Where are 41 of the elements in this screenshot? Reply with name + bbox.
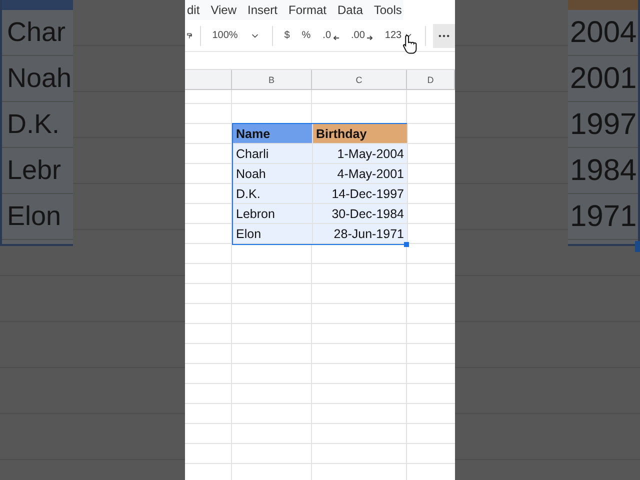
zoomed-year-text: 2001 bbox=[570, 62, 637, 96]
zoomed-name-text: Lebr bbox=[7, 155, 62, 186]
zoomed-header-strip bbox=[568, 0, 638, 10]
currency-button[interactable]: $ bbox=[280, 24, 294, 48]
hand-cursor-icon bbox=[403, 34, 417, 54]
zoomed-name-text: Char bbox=[7, 17, 66, 48]
table-cell: 4-May-2001 bbox=[313, 164, 408, 184]
table-cell: Elon bbox=[233, 224, 313, 244]
table-cell: Noah bbox=[233, 164, 313, 184]
table-cell: 1-May-2004 bbox=[313, 144, 408, 164]
fill-handle[interactable] bbox=[404, 242, 409, 247]
column-header[interactable]: C bbox=[312, 70, 407, 90]
menu-item[interactable]: Format bbox=[288, 3, 327, 17]
zoomed-header-strip bbox=[2, 0, 73, 10]
zoom-dropdown[interactable]: 100% bbox=[208, 24, 264, 48]
menu-item[interactable]: dit bbox=[187, 3, 200, 17]
zoomed-name-text: Elon bbox=[7, 201, 62, 232]
menu-item[interactable]: Tools bbox=[374, 3, 402, 17]
more-button[interactable] bbox=[433, 24, 456, 48]
increase-decimals-button[interactable]: .00 bbox=[347, 24, 377, 48]
zoomed-year-text: 1984 bbox=[570, 154, 637, 188]
decrease-decimals-button[interactable]: .0 bbox=[318, 24, 344, 48]
table-cell: D.K. bbox=[233, 184, 313, 204]
table-cell: 30-Dec-1984 bbox=[313, 204, 408, 224]
table-cell: Lebron bbox=[233, 204, 313, 224]
percent-button[interactable]: % bbox=[298, 24, 315, 48]
column-header[interactable]: B bbox=[232, 70, 312, 90]
table-cell: 14-Dec-1997 bbox=[313, 184, 408, 204]
table-cell: Charli bbox=[233, 144, 313, 164]
zoomed-year-text: 1971 bbox=[570, 200, 637, 234]
header-cell: Name bbox=[233, 124, 313, 144]
zoomed-name-text: D.K. bbox=[7, 109, 60, 140]
column-header[interactable]: D bbox=[407, 70, 455, 90]
zoomed-year-text: 1997 bbox=[570, 108, 637, 142]
zoomed-name-text: Noah bbox=[7, 63, 72, 94]
menu-item[interactable]: View bbox=[210, 3, 236, 17]
menu-item[interactable]: Insert bbox=[247, 3, 278, 17]
zoomed-year-text: 2004 bbox=[570, 16, 637, 50]
table-cell: 28-Jun-1971 bbox=[313, 224, 408, 244]
header-cell: Birthday bbox=[313, 124, 408, 144]
menu-item[interactable]: Data bbox=[338, 3, 363, 17]
